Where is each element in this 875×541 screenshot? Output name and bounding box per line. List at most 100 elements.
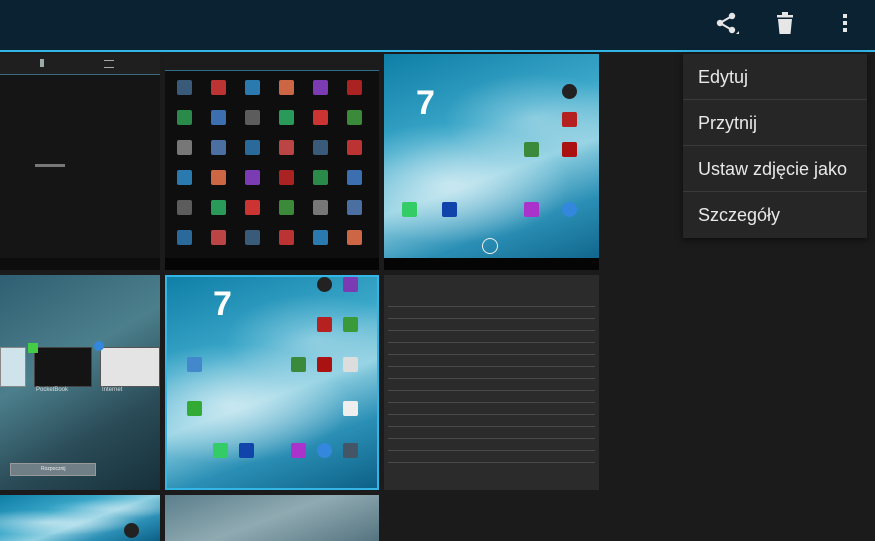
thumb-app-icon <box>347 80 362 95</box>
trash-icon <box>774 11 796 40</box>
thumb-app-icon <box>317 277 332 292</box>
thumb-app-icon <box>177 170 192 185</box>
thumb-app-icon <box>279 140 294 155</box>
overflow-menu: Edytuj Przytnij Ustaw zdjęcie jako Szcze… <box>683 54 867 238</box>
thumb-app-icon <box>313 170 328 185</box>
thumb-navbar <box>165 258 379 270</box>
thumb-app-icon <box>177 80 192 95</box>
thumb-app-icon <box>347 140 362 155</box>
thumb-navbar <box>384 258 599 270</box>
thumb-app-icon <box>313 110 328 125</box>
thumb-app-icon <box>245 110 260 125</box>
thumb-app-icon <box>279 200 294 215</box>
mic-icon <box>40 59 44 67</box>
thumb-app-icon <box>524 142 539 157</box>
thumb-app-icon <box>213 443 228 458</box>
thumb-app-icon <box>28 343 38 353</box>
thumb-app-icon <box>562 142 577 157</box>
thumb-app-icon <box>124 523 139 538</box>
thumbnail-home-screen[interactable] <box>0 495 160 541</box>
thumbnail-specs-screen[interactable] <box>384 275 599 490</box>
thumb-app-icon <box>347 170 362 185</box>
thumb-recent-label: Internet <box>102 387 123 393</box>
thumb-app-icon <box>245 230 260 245</box>
overflow-menu-icon <box>841 11 849 40</box>
thumb-app-icon <box>94 341 104 351</box>
thumb-specs-list <box>384 295 599 463</box>
list-icon <box>104 60 114 68</box>
thumb-app-icon <box>343 401 358 416</box>
thumb-app-icon <box>279 230 294 245</box>
thumb-recent-label: PocketBook <box>36 387 69 393</box>
thumb-app-icon <box>211 230 226 245</box>
thumbnail-app-drawer[interactable] <box>165 54 379 270</box>
thumb-app-icon <box>313 140 328 155</box>
thumb-app-icon <box>211 140 226 155</box>
thumb-app-icon <box>211 200 226 215</box>
thumb-app-icon <box>291 357 306 372</box>
thumb-app-icon <box>177 200 192 215</box>
thumb-app-icon <box>317 357 332 372</box>
thumb-app-icon <box>524 202 539 217</box>
thumb-app-icon <box>442 202 457 217</box>
thumb-recent-card <box>0 347 26 387</box>
thumb-app-icon <box>187 357 202 372</box>
thumb-recent-card <box>100 347 160 387</box>
thumb-app-icon <box>211 170 226 185</box>
thumb-button: Rozpocznij <box>10 463 96 476</box>
thumb-app-icon <box>211 110 226 125</box>
thumb-clock: 7 <box>416 84 435 122</box>
thumb-app-icon <box>291 443 306 458</box>
action-bar <box>0 0 875 52</box>
thumb-app-icon <box>177 140 192 155</box>
thumbnail-home-screen[interactable]: 7 <box>384 54 599 270</box>
thumb-app-icon <box>317 317 332 332</box>
share-button[interactable] <box>698 0 754 50</box>
thumb-app-icon <box>562 84 577 99</box>
thumb-app-icon <box>343 277 358 292</box>
menu-item-edit[interactable]: Edytuj <box>683 54 867 100</box>
thumb-app-icon <box>177 110 192 125</box>
thumbnail-home-screen[interactable] <box>165 495 379 541</box>
thumb-app-icon <box>177 230 192 245</box>
thumb-app-icon <box>562 202 577 217</box>
thumb-app-icon <box>245 200 260 215</box>
thumb-app-icon <box>562 112 577 127</box>
menu-item-set-as[interactable]: Ustaw zdjęcie jako <box>683 146 867 192</box>
thumb-clock: 7 <box>213 285 232 323</box>
thumb-app-icon <box>343 357 358 372</box>
thumbnail-home-screen-selected[interactable]: 7 <box>165 275 379 490</box>
thumb-app-icon <box>402 202 417 217</box>
thumbnail-recent-apps[interactable]: PocketBook Internet Rozpocznij <box>0 275 160 490</box>
thumb-app-icon <box>347 230 362 245</box>
thumb-app-icon <box>313 230 328 245</box>
overflow-menu-button[interactable] <box>817 0 873 50</box>
share-icon <box>713 10 739 41</box>
thumb-app-icon <box>313 80 328 95</box>
thumb-app-icon <box>347 110 362 125</box>
thumb-app-icon <box>279 80 294 95</box>
thumb-app-icon <box>245 140 260 155</box>
thumb-app-icon <box>343 317 358 332</box>
thumb-app-icon <box>187 401 202 416</box>
thumb-app-icon <box>343 443 358 458</box>
thumb-app-icon <box>347 200 362 215</box>
thumb-recent-card <box>34 347 92 387</box>
thumb-button-label: Rozpocznij <box>41 466 66 472</box>
thumb-app-icon <box>279 110 294 125</box>
thumb-center-text <box>35 164 65 167</box>
menu-item-details[interactable]: Szczegóły <box>683 192 867 238</box>
thumb-app-icon <box>245 80 260 95</box>
menu-item-crop[interactable]: Przytnij <box>683 100 867 146</box>
thumb-tab-strip <box>0 54 160 75</box>
thumb-navbar <box>0 258 160 270</box>
thumbnail-dark-screen[interactable] <box>0 54 160 270</box>
thumb-app-icon <box>245 170 260 185</box>
thumb-app-icon <box>317 443 332 458</box>
thumb-app-icon <box>313 200 328 215</box>
thumb-app-drawer-button <box>482 238 498 254</box>
thumb-app-icon <box>279 170 294 185</box>
delete-button[interactable] <box>757 0 813 50</box>
thumb-app-icon <box>211 80 226 95</box>
thumb-app-icon <box>239 443 254 458</box>
